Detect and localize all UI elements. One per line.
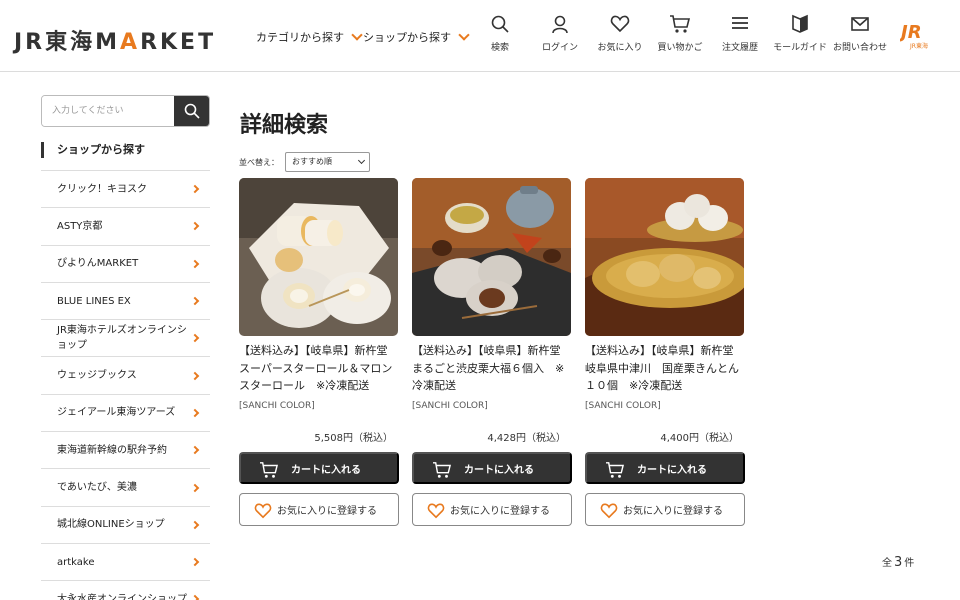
add-to-cart-button[interactable]: カートに入れる — [412, 452, 572, 484]
cart-icon — [670, 15, 691, 33]
heart-icon — [610, 15, 630, 33]
book-icon — [792, 14, 808, 33]
product-image[interactable] — [585, 178, 744, 336]
chevron-right-icon — [190, 520, 200, 530]
header-contact-link[interactable]: お問い合わせ — [828, 14, 892, 60]
product-price: 4,400円（税込） — [660, 433, 739, 444]
svg-text:JR東海: JR東海 — [909, 42, 928, 50]
chevron-right-icon — [190, 296, 200, 306]
cart-icon — [433, 462, 452, 478]
product-shop: [SANCHI COLOR] — [585, 401, 661, 411]
sidebar-item-jr-hotels[interactable]: JR東海ホテルズオンラインショップ — [41, 320, 210, 358]
jr-central-logo[interactable]: JR JR東海 — [900, 20, 940, 50]
chevron-right-icon — [190, 408, 200, 418]
product-card: 【送料込み】【岐阜県】新杵堂 まるごと渋皮栗大福６個入 ※冷凍配送 [SANCH… — [412, 178, 572, 526]
category-dropdown-label: カテゴリから探す — [256, 31, 344, 44]
heart-icon — [254, 503, 272, 519]
sidebar-item-click-kiosk[interactable]: クリック！キヨスク — [41, 171, 210, 209]
shop-dropdown-label: ショップから探す — [363, 31, 451, 44]
chevron-down-icon — [357, 156, 366, 165]
product-name[interactable]: 【送料込み】【岐阜県】新杵堂 まるごと渋皮栗大福６個入 ※冷凍配送 — [412, 342, 572, 395]
header-guide-link[interactable]: モールガイド — [768, 14, 832, 60]
sidebar-item-ekiben[interactable]: 東海道新幹線の駅弁予約 — [41, 432, 210, 470]
search-icon — [184, 103, 200, 119]
sidebar-item-asty-kyoto[interactable]: ASTY京都 — [41, 208, 210, 246]
product-name[interactable]: 【送料込み】【岐阜県】新杵堂 岐阜県中津川 国産栗きんとん１０個 ※冷凍配送 — [585, 342, 745, 395]
product-shop: [SANCHI COLOR] — [412, 401, 488, 411]
sidebar-heading: ショップから探す — [41, 142, 145, 158]
sidebar-item-artkake[interactable]: artkake — [41, 544, 210, 582]
search-icon — [491, 15, 509, 33]
product-card: 【送料込み】【岐阜県】新杵堂 スーパースターロール＆マロンスターロール ※冷凍配… — [239, 178, 399, 526]
chevron-right-icon — [190, 334, 200, 343]
product-price: 5,508円（税込） — [314, 433, 393, 444]
cart-icon — [260, 462, 279, 478]
chevron-right-icon — [190, 483, 200, 492]
heart-icon — [600, 503, 618, 519]
add-to-cart-button[interactable]: カートに入れる — [239, 452, 399, 484]
sidebar-item-daiei-suisan[interactable]: 大永水産オンラインショップ — [41, 581, 210, 600]
chevron-right-icon — [190, 259, 200, 268]
sidebar-item-wedge-books[interactable]: ウェッジブックス — [41, 357, 210, 395]
chevron-right-icon — [190, 371, 200, 380]
site-header: JR東海MARKET カテゴリから探す ショップから探す 検索 ログイン お気に… — [0, 0, 960, 72]
sidebar-item-blue-lines-ex[interactable]: BLUE LINES EX — [41, 283, 210, 321]
product-shop: [SANCHI COLOR] — [239, 401, 315, 411]
site-logo[interactable]: JR東海MARKET — [14, 24, 216, 56]
chevron-right-icon — [190, 222, 200, 231]
shop-list: クリック！キヨスク ASTY京都 ぴよりんMARKET BLUE LINES E… — [41, 170, 210, 600]
list-icon — [732, 17, 748, 29]
add-to-favorites-button[interactable]: お気に入りに登録する — [239, 493, 399, 526]
chevron-right-icon — [190, 557, 200, 567]
header-search-link[interactable]: 検索 — [468, 14, 532, 60]
result-count: 全3件 — [882, 555, 915, 570]
svg-text:JR: JR — [900, 22, 922, 43]
product-name[interactable]: 【送料込み】【岐阜県】新杵堂 スーパースターロール＆マロンスターロール ※冷凍配… — [239, 342, 399, 395]
chevron-down-icon — [351, 28, 363, 41]
sidebar-item-johoku-line[interactable]: 城北線ONLINEショップ — [41, 507, 210, 544]
search-button[interactable] — [174, 96, 209, 126]
shop-dropdown[interactable]: ショップから探す — [363, 28, 470, 45]
sidebar-item-deaitabi-mino[interactable]: であいたび、美濃 — [41, 469, 210, 507]
product-image[interactable] — [412, 178, 571, 336]
sidebar-item-jr-tours[interactable]: ジェイアール東海ツアーズ — [41, 395, 210, 433]
sort-label: 並べ替え： — [239, 158, 279, 167]
chevron-right-icon — [190, 595, 200, 600]
product-card: 【送料込み】【岐阜県】新杵堂 岐阜県中津川 国産栗きんとん１０個 ※冷凍配送 [… — [585, 178, 745, 526]
user-icon — [552, 15, 568, 34]
add-to-favorites-button[interactable]: お気に入りに登録する — [585, 493, 745, 526]
search-input[interactable] — [42, 96, 176, 126]
chevron-right-icon — [190, 445, 200, 455]
cart-icon — [606, 462, 625, 478]
chevron-right-icon — [190, 184, 200, 194]
category-dropdown[interactable]: カテゴリから探す — [256, 28, 363, 45]
product-image[interactable] — [239, 178, 398, 336]
header-orders-link[interactable]: 注文履歴 — [708, 14, 772, 60]
heart-icon — [427, 503, 445, 519]
page-title: 詳細検索 — [240, 113, 329, 138]
mail-icon — [851, 17, 869, 31]
sidebar-search — [41, 95, 210, 127]
header-favorites-link[interactable]: お気に入り — [588, 14, 652, 60]
add-to-cart-button[interactable]: カートに入れる — [585, 452, 745, 484]
header-login-link[interactable]: ログイン — [528, 14, 592, 60]
product-price: 4,428円（税込） — [487, 433, 566, 444]
header-cart-link[interactable]: 買い物かご — [648, 14, 712, 60]
sidebar-item-piyorin-market[interactable]: ぴよりんMARKET — [41, 246, 210, 283]
sort-select[interactable]: おすすめ順 — [285, 152, 370, 172]
add-to-favorites-button[interactable]: お気に入りに登録する — [412, 493, 572, 526]
